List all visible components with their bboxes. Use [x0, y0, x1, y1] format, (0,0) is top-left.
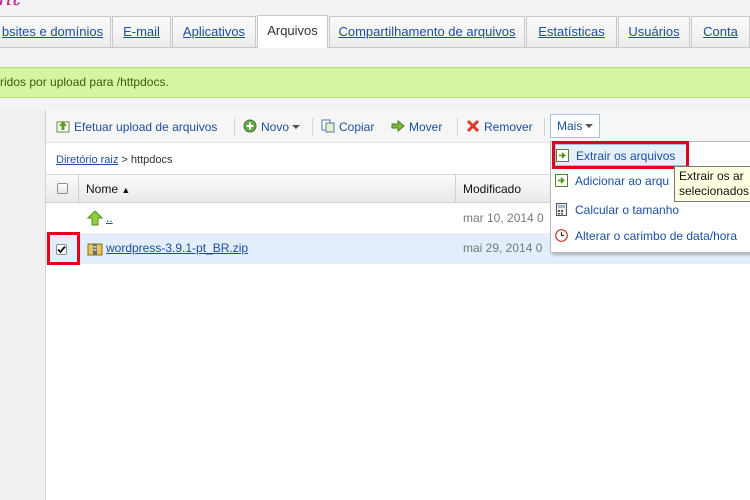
- chevron-down-icon: [292, 125, 301, 129]
- remove-button[interactable]: Remover: [466, 119, 533, 135]
- highlight-checkbox-box: [47, 232, 80, 265]
- column-name-header[interactable]: Nome ▲: [86, 175, 130, 203]
- tab-arquivos[interactable]: Arquivos: [257, 15, 328, 48]
- breadcrumb-root-link[interactable]: Diretório raiz: [56, 154, 118, 166]
- toolbar-separator: [457, 118, 458, 136]
- breadcrumb-separator: >: [121, 154, 128, 166]
- move-label: Mover: [409, 120, 443, 134]
- tab-email[interactable]: E-mail: [112, 16, 171, 47]
- column-modified-header[interactable]: Modificado: [463, 175, 521, 203]
- column-separator: [78, 175, 79, 203]
- column-separator: [455, 175, 456, 203]
- calculator-icon: [556, 203, 567, 216]
- menu-item-add-archive[interactable]: Adicionar ao arqu: [555, 170, 669, 192]
- menu-item-calculate-size[interactable]: Calcular o tamanho: [555, 199, 679, 221]
- tab-bar: bsites e domínios E-mail Aplicativos Arq…: [0, 0, 750, 48]
- upload-label: Efetuar upload de arquivos: [74, 120, 218, 134]
- left-pane: [0, 110, 46, 500]
- breadcrumb-current: httpdocs: [130, 154, 173, 166]
- menu-item-label: Alterar o carimbo de data/hora: [575, 229, 738, 243]
- chevron-down-icon: [585, 124, 594, 128]
- sort-ascending-icon: ▲: [121, 185, 131, 195]
- tab-divider: [0, 47, 750, 48]
- zip-file-icon: [87, 243, 103, 256]
- archive-add-icon: [555, 174, 568, 187]
- file-link[interactable]: ..: [106, 211, 113, 225]
- upload-icon: [56, 121, 70, 133]
- tab-compartilhamento[interactable]: Compartilhamento de arquivos: [329, 16, 525, 47]
- highlight-extract-box: [552, 141, 689, 169]
- more-button[interactable]: Mais: [550, 114, 600, 138]
- tab-usuarios[interactable]: Usuários: [618, 16, 690, 47]
- tab-estatisticas[interactable]: Estatísticas: [526, 16, 617, 47]
- file-toolbar: Efetuar upload de arquivos Novo Copiar M…: [46, 110, 750, 143]
- menu-item-change-timestamp[interactable]: Alterar o carimbo de data/hora: [555, 225, 737, 247]
- upload-button[interactable]: Efetuar upload de arquivos: [56, 119, 217, 135]
- select-all-checkbox[interactable]: [57, 183, 68, 194]
- copy-label: Copiar: [339, 120, 375, 134]
- breadcrumb: Diretório raiz > httpdocs: [56, 154, 173, 166]
- tooltip-line: selecionados: [679, 184, 750, 198]
- tab-websites[interactable]: bsites e domínios: [0, 16, 111, 47]
- tab-aplicativos[interactable]: Aplicativos: [172, 16, 256, 47]
- status-message: ridos por upload para /httpdocs.: [0, 67, 750, 98]
- remove-label: Remover: [484, 120, 533, 134]
- new-button[interactable]: Novo: [243, 119, 301, 135]
- clock-icon: [555, 229, 568, 242]
- toolbar-separator: [312, 118, 313, 136]
- column-name-label: Nome: [86, 182, 119, 196]
- menu-item-label: Adicionar ao arqu: [575, 174, 670, 188]
- delete-icon: [466, 119, 480, 133]
- tab-conta[interactable]: Conta: [691, 16, 750, 47]
- copy-button[interactable]: Copiar: [321, 119, 374, 135]
- menu-item-label: Calcular o tamanho: [575, 203, 680, 217]
- tooltip-line: Extrair os ar: [679, 169, 744, 183]
- move-button[interactable]: Mover: [391, 119, 442, 135]
- toolbar-separator: [234, 118, 235, 136]
- toolbar-separator: [544, 118, 545, 136]
- modified-date: mai 29, 2014 0: [463, 241, 543, 255]
- copy-icon: [321, 119, 335, 133]
- parent-folder-up-icon: [87, 211, 103, 226]
- add-icon: [243, 119, 257, 133]
- file-link[interactable]: wordpress-3.9.1-pt_BR.zip: [106, 241, 248, 255]
- arrow-right-icon: [391, 119, 405, 133]
- tooltip: Extrair os ar selecionados: [674, 166, 750, 202]
- more-label: Mais: [557, 119, 583, 133]
- status-message-text: ridos por upload para /httpdocs.: [0, 75, 169, 89]
- new-label: Novo: [261, 120, 290, 134]
- modified-date: mar 10, 2014 0: [463, 211, 544, 225]
